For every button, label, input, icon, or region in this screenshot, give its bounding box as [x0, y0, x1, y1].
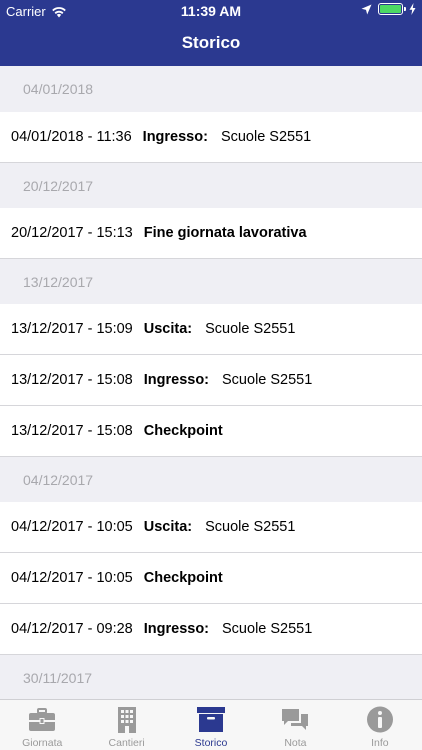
tab-label: Cantieri	[108, 737, 145, 749]
tab-nota[interactable]: Nota	[253, 700, 337, 750]
building-icon	[117, 707, 136, 733]
tab-giornata[interactable]: Giornata	[0, 700, 84, 750]
history-list[interactable]: 04/01/2018 04/01/2018 - 11:36 Ingresso: …	[0, 66, 422, 699]
row-datetime: 04/01/2018 - 11:36	[11, 129, 132, 145]
row-event-type: Ingresso:	[143, 621, 210, 637]
section-header: 04/01/2018	[0, 66, 422, 112]
history-row[interactable]: 04/12/2017 - 10:05 Checkpoint	[0, 553, 422, 604]
row-site: Scuole S2551	[222, 372, 313, 388]
section-header: 20/12/2017	[0, 163, 422, 208]
row-site: Scuole S2551	[222, 621, 313, 637]
row-event-type: Checkpoint	[143, 570, 223, 586]
battery-indicator	[378, 3, 406, 15]
row-event-type: Checkpoint	[143, 423, 223, 439]
status-bar: Carrier 11:39 AM	[0, 0, 422, 22]
section-header: 13/12/2017	[0, 259, 422, 304]
row-site: Scuole S2551	[220, 129, 312, 145]
battery-fill	[380, 5, 401, 13]
row-event-type: Uscita:	[143, 519, 193, 535]
navigation-bar: Carrier 11:39 AM Storico	[0, 0, 422, 66]
history-row[interactable]: 04/12/2017 - 09:28 Ingresso: Scuole S255…	[0, 604, 422, 655]
row-event-type: Uscita:	[143, 321, 193, 337]
section-header: 04/12/2017	[0, 457, 422, 502]
row-datetime: 04/12/2017 - 10:05	[11, 570, 133, 586]
row-event-type: Ingresso:	[142, 129, 208, 145]
chat-bubbles-icon	[282, 709, 309, 730]
row-event-type: Ingresso:	[143, 372, 210, 388]
history-row[interactable]: 13/12/2017 - 15:08 Checkpoint	[0, 406, 422, 457]
tab-label: Storico	[194, 737, 228, 749]
tab-cantieri[interactable]: Cantieri	[84, 700, 168, 750]
history-row[interactable]: 04/12/2017 - 10:05 Uscita: Scuole S2551	[0, 502, 422, 553]
row-site: Scuole S2551	[205, 519, 296, 535]
tab-label: Nota	[284, 737, 307, 749]
location-arrow-icon	[361, 4, 372, 14]
briefcase-icon	[29, 708, 56, 731]
row-datetime: 13/12/2017 - 15:09	[11, 321, 133, 337]
row-datetime: 20/12/2017 - 15:13	[11, 225, 133, 241]
history-row[interactable]: 13/12/2017 - 15:09 Uscita: Scuole S2551	[0, 304, 422, 355]
row-datetime: 13/12/2017 - 15:08	[11, 372, 133, 388]
tab-info[interactable]: Info	[338, 700, 422, 750]
archive-box-icon	[197, 707, 226, 732]
row-datetime: 04/12/2017 - 09:28	[11, 621, 133, 637]
tab-bar: Giornata Cantieri Storico Nota Info	[0, 699, 422, 750]
history-row[interactable]: 13/12/2017 - 15:08 Ingresso: Scuole S255…	[0, 355, 422, 406]
row-datetime: 04/12/2017 - 10:05	[11, 519, 133, 535]
history-row[interactable]: 20/12/2017 - 15:13 Fine giornata lavorat…	[0, 208, 422, 259]
status-time: 11:39 AM	[180, 3, 242, 19]
page-title: Storico	[181, 33, 241, 52]
row-site: Scuole S2551	[205, 321, 296, 337]
info-icon	[366, 706, 393, 733]
tab-label: Giornata	[22, 737, 63, 749]
section-header: 30/11/2017	[0, 655, 422, 699]
status-right	[361, 3, 416, 15]
row-event-type: Fine giornata lavorativa	[143, 225, 307, 241]
tab-storico[interactable]: Storico	[169, 700, 253, 750]
tab-label: Info	[371, 737, 389, 749]
charging-bolt-icon	[409, 3, 416, 15]
row-datetime: 13/12/2017 - 15:08	[11, 423, 133, 439]
history-row[interactable]: 04/01/2018 - 11:36 Ingresso: Scuole S255…	[0, 112, 422, 163]
